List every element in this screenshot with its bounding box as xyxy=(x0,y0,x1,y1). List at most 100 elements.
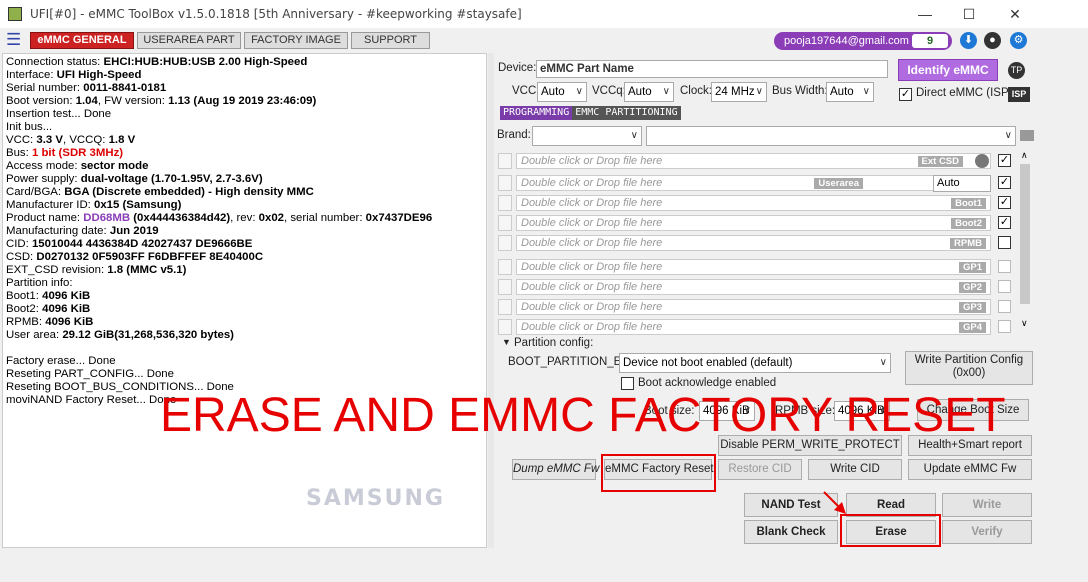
file-row-handle[interactable] xyxy=(498,175,512,191)
file-row-handle[interactable] xyxy=(498,235,512,251)
vcc-select[interactable]: Auto ∨ xyxy=(537,82,587,102)
direct-emmc-label: Direct eMMC (ISP) xyxy=(916,87,1013,99)
ext-csd-gear-icon[interactable] xyxy=(975,154,989,168)
tab-emmc-general[interactable]: eMMC GENERAL xyxy=(30,32,134,49)
file-drop-row[interactable]: Double click or Drop file here Ext CSD xyxy=(516,153,991,169)
tab-userarea-part[interactable]: USERAREA PART xyxy=(137,32,241,49)
file-drop-row[interactable]: Double click or Drop file here GP3 xyxy=(516,299,991,315)
dump-emmc-fw-button[interactable]: Dump eMMC Fw xyxy=(512,459,599,480)
bus-width-select[interactable]: Auto ∨ xyxy=(826,82,874,102)
scroll-thumb[interactable] xyxy=(1020,164,1030,304)
file-drop-row[interactable]: Double click or Drop file here Boot2 xyxy=(516,215,991,231)
boot-partition-select[interactable]: Device not boot enabled (default) ∨ xyxy=(619,353,891,373)
file-row-checkbox[interactable]: ✓ xyxy=(998,216,1011,229)
file-row-handle[interactable] xyxy=(498,259,512,275)
file-row-handle[interactable] xyxy=(498,299,512,315)
device-part-name-input[interactable]: eMMC Part Name xyxy=(536,60,888,78)
log-segment: Boot version: xyxy=(6,95,76,107)
log-line: CSD: D0270132 0F5903FF F6DBFFEF 8E40400C xyxy=(6,251,483,264)
restore-cid-button[interactable]: Restore CID xyxy=(718,459,802,480)
app-icon xyxy=(8,7,22,21)
log-segment: CID: xyxy=(6,238,32,250)
log-segment: 1.8 (MMC v5.1) xyxy=(107,264,187,276)
scroll-up-icon[interactable]: ∧ xyxy=(1021,150,1028,161)
log-segment: Serial number: xyxy=(6,82,84,94)
samsung-logo: SAMSUNG xyxy=(306,486,445,511)
model-select[interactable]: ∨ xyxy=(646,126,1016,146)
update-emmc-fw-button[interactable]: Update eMMC Fw xyxy=(908,459,1032,480)
log-segment: 3.3 V xyxy=(36,134,63,146)
log-line: Boot1: 4096 KiB xyxy=(6,290,483,303)
isp-icon[interactable]: ISP xyxy=(1008,87,1030,102)
file-row-checkbox[interactable] xyxy=(998,300,1011,313)
programming-tabs: PROGRAMMING EMMC PARTITIONING xyxy=(500,106,681,120)
vcc-label: VCC: xyxy=(512,85,540,97)
window-title: UFI[#0] - eMMC ToolBox v1.5.0.1818 [5th … xyxy=(30,7,522,21)
file-drop-row[interactable]: Double click or Drop file here RPMB xyxy=(516,235,991,251)
log-segment: 1.04 xyxy=(75,95,98,107)
settings-gear-icon[interactable]: ⚙ xyxy=(1010,32,1027,49)
log-segment: UFI High-Speed xyxy=(56,69,142,81)
write-partition-config-button[interactable]: Write Partition Config (0x00) xyxy=(905,351,1033,385)
blank-check-button[interactable]: Blank Check xyxy=(744,520,838,544)
mic-icon[interactable]: ● xyxy=(984,32,1001,49)
tp-icon[interactable]: TP xyxy=(1008,62,1025,79)
file-drop-row[interactable]: Double click or Drop file here GP4 xyxy=(516,319,991,335)
file-row-checkbox[interactable] xyxy=(998,260,1011,273)
file-row-checkbox[interactable]: ✓ xyxy=(998,176,1011,189)
file-row-handle[interactable] xyxy=(498,319,512,335)
collapse-arrow-icon[interactable]: ▼ xyxy=(502,337,511,347)
log-segment: Product name: xyxy=(6,212,84,224)
log-segment: Manufacturing date: xyxy=(6,225,110,237)
scroll-down-icon[interactable]: ∨ xyxy=(1021,318,1028,329)
file-row-checkbox[interactable] xyxy=(998,236,1011,249)
tab-emmc-partitioning[interactable]: EMMC PARTITIONING xyxy=(572,106,681,120)
file-row-checkbox[interactable] xyxy=(998,320,1011,333)
annotation-arrow xyxy=(823,491,846,514)
partition-tag: GP3 xyxy=(958,302,986,313)
tab-factory-image[interactable]: FACTORY IMAGE xyxy=(244,32,348,49)
log-output-panel[interactable]: Connection status: EHCI:HUB:HUB:USB 2.00… xyxy=(2,53,487,548)
close-button[interactable]: ✕ xyxy=(1000,4,1030,24)
clock-select[interactable]: 24 MHz ∨ xyxy=(711,82,767,102)
maximize-button[interactable]: ☐ xyxy=(954,4,984,24)
menu-icon[interactable]: ☰ xyxy=(6,31,22,48)
file-drop-row[interactable]: Double click or Drop file here GP2 xyxy=(516,279,991,295)
write-button[interactable]: Write xyxy=(942,493,1032,517)
log-segment: CSD: xyxy=(6,251,37,263)
file-row-handle[interactable] xyxy=(498,215,512,231)
user-account-badge[interactable]: pooja197644@gmail.com 9 xyxy=(774,32,952,50)
log-segment: 4096 KiB xyxy=(45,316,94,328)
partition-tag: GP4 xyxy=(958,322,986,333)
file-row-handle[interactable] xyxy=(498,153,512,169)
tab-programming[interactable]: PROGRAMMING xyxy=(500,106,573,120)
tab-support[interactable]: SUPPORT xyxy=(351,32,430,49)
log-segment: Reseting PART_CONFIG... Done xyxy=(6,368,174,380)
file-row-handle[interactable] xyxy=(498,279,512,295)
file-drop-row[interactable]: Double click or Drop file here Boot1 xyxy=(516,195,991,211)
file-list-scrollbar[interactable]: ∧ ∨ xyxy=(1018,150,1032,333)
log-segment: EHCI:HUB:HUB:USB 2.00 High-Speed xyxy=(103,56,308,68)
direct-emmc-checkbox[interactable]: ✓ xyxy=(899,88,912,101)
log-segment: EXT_CSD revision: xyxy=(6,264,108,276)
file-drop-row[interactable]: Double click or Drop file here Userarea xyxy=(516,175,991,191)
file-row-checkbox[interactable]: ✓ xyxy=(998,196,1011,209)
file-row-checkbox[interactable] xyxy=(998,280,1011,293)
minimize-button[interactable]: — xyxy=(910,4,940,24)
verify-button[interactable]: Verify xyxy=(942,520,1032,544)
file-drop-row[interactable]: Double click or Drop file here GP1 xyxy=(516,259,991,275)
file-row-checkbox[interactable]: ✓ xyxy=(998,154,1011,167)
partition-tag: GP1 xyxy=(958,262,986,273)
folder-icon[interactable] xyxy=(1020,130,1034,141)
status-bar xyxy=(0,550,1088,582)
log-line: Serial number: 0011-8841-0181 xyxy=(6,82,483,95)
brand-select[interactable]: ∨ xyxy=(532,126,642,146)
vccq-select[interactable]: Auto ∨ xyxy=(624,82,674,102)
identify-emmc-button[interactable]: Identify eMMC xyxy=(898,59,998,81)
userarea-mode-input[interactable]: Auto xyxy=(933,175,991,192)
file-row-handle[interactable] xyxy=(498,195,512,211)
log-segment: Connection status: xyxy=(6,56,104,68)
write-cid-button[interactable]: Write CID xyxy=(808,459,902,480)
download-icon[interactable]: ⬇ xyxy=(960,32,977,49)
